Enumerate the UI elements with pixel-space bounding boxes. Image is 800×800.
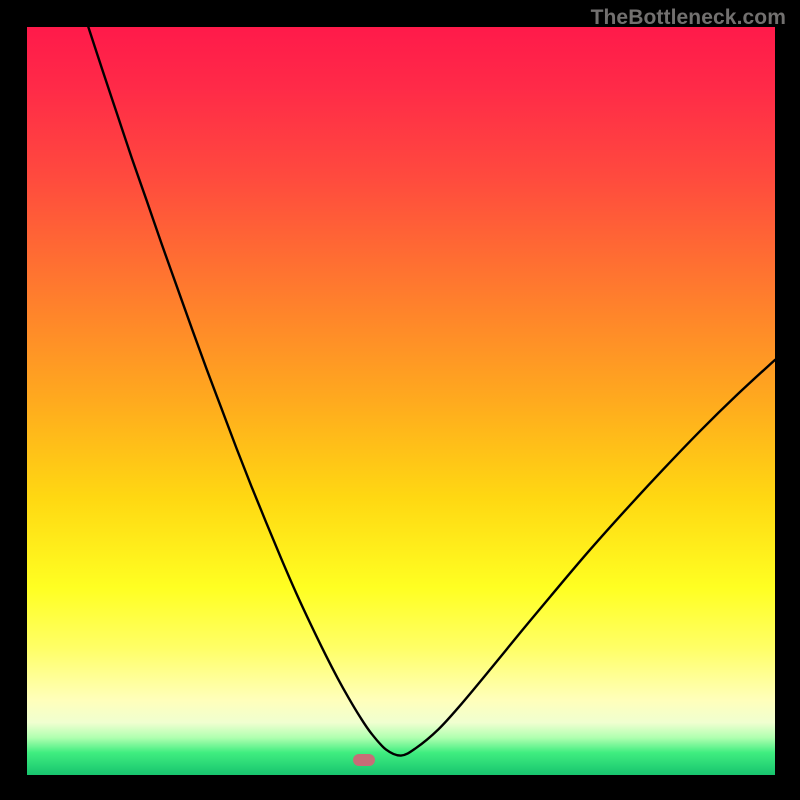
min-marker [353, 754, 375, 766]
plot-area [27, 27, 775, 775]
curve-svg [27, 27, 775, 775]
bottleneck-curve [88, 27, 775, 756]
chart-container: TheBottleneck.com [0, 0, 800, 800]
